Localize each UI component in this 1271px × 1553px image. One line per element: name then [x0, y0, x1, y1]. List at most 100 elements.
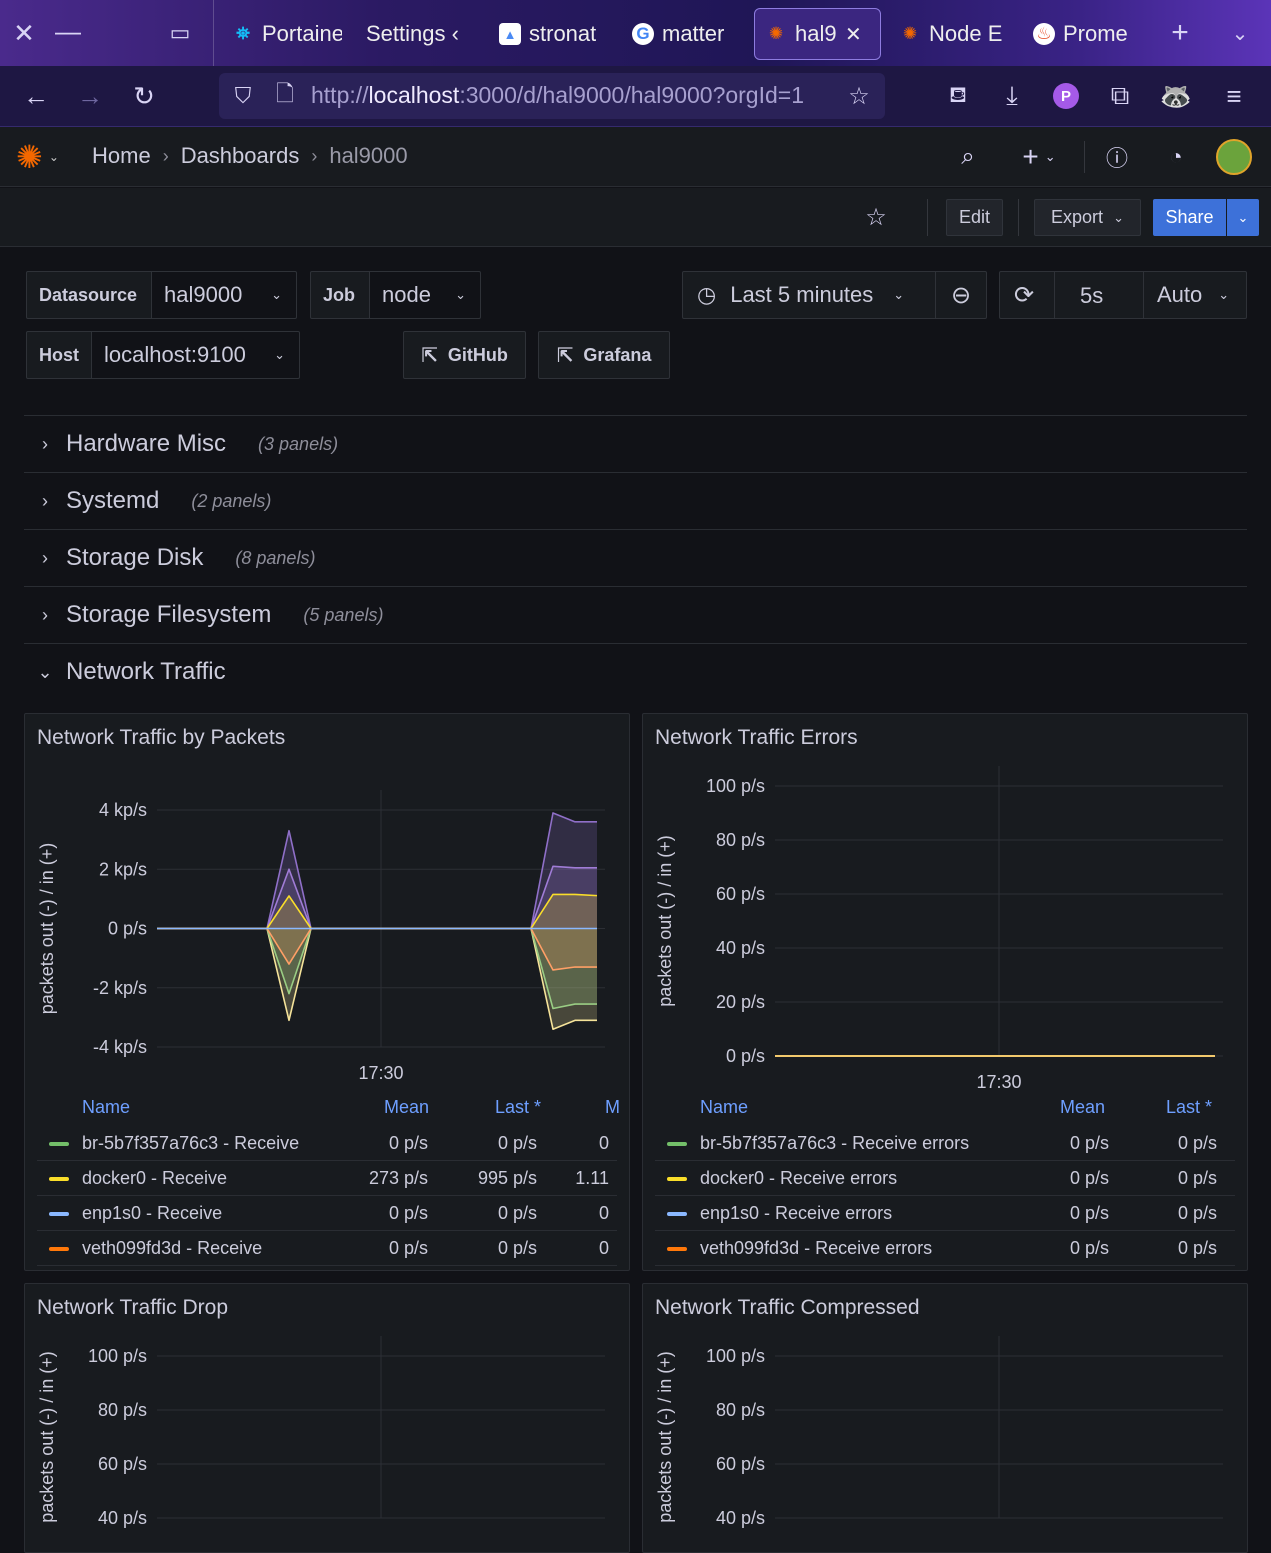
legend-row[interactable]: enp1s0 - Receive 0 p/s 0 p/s 0 — [37, 1196, 617, 1231]
chevron-down-icon: ⌄ — [893, 287, 905, 302]
tab-title: matter — [662, 21, 725, 46]
share-options-chevron-icon[interactable]: ⌄ — [1227, 199, 1259, 236]
row-network-traffic[interactable]: ⌄ Network Traffic — [24, 643, 1247, 700]
minimize-window-icon[interactable]: — — [48, 11, 88, 51]
series-area — [157, 866, 597, 929]
github-link-button[interactable]: ⇱ GitHub — [403, 331, 526, 379]
host-variable-label: Host — [26, 331, 92, 379]
new-button[interactable]: + ⌄ — [1014, 137, 1064, 177]
page-info-icon[interactable]: 🗋 — [265, 76, 305, 116]
row-hardware-misc[interactable]: › Hardware Misc (3 panels) — [24, 415, 1247, 472]
url-text[interactable]: http://localhost:3000/d/hal9000/hal9000?… — [311, 82, 831, 109]
panel-network-traffic-compressed[interactable]: 100 p/s 80 p/s 60 p/s 40 p/s packets out (-)… — [642, 1283, 1248, 1553]
y-tick-label: 100 p/s — [706, 776, 765, 796]
legend-row[interactable]: enp1s0 - Receive errors 0 p/s 0 p/s — [655, 1196, 1235, 1231]
legend-series-name: docker0 - Receive errors — [700, 1167, 898, 1188]
y-tick-label: 40 p/s — [716, 938, 765, 958]
panel-network-traffic-errors[interactable]: 100 p/s 80 p/s 60 p/s 40 p/s 20 p/s 0 p/s 17:3… — [642, 713, 1248, 1271]
url-bar[interactable]: ⛉ 🗋 http://localhost:3000/d/hal9000/hal9… — [219, 73, 885, 119]
profile-icon[interactable]: P — [1046, 76, 1086, 116]
tab-portainer[interactable]: ⛯ Portainer — [232, 8, 342, 60]
extensions-icon[interactable]: ⧉ — [1100, 76, 1140, 116]
close-tab-icon[interactable]: ✕ — [845, 22, 862, 47]
tab-node-exporter[interactable]: ✺ Node E — [899, 8, 1005, 60]
downloads-icon[interactable]: ⤓ — [992, 76, 1032, 116]
edit-button[interactable]: Edit — [946, 199, 1003, 236]
row-storage-disk[interactable]: › Storage Disk (8 panels) — [24, 529, 1247, 586]
extension-raccoon-icon[interactable]: 🦝 — [1156, 76, 1196, 116]
legend-header-last[interactable]: Last * — [495, 1092, 541, 1122]
reload-icon[interactable]: ↻ — [124, 76, 164, 116]
tab-prometheus[interactable]: ♨ Prome — [1033, 8, 1139, 60]
time-range-picker[interactable]: ◷ Last 5 minutes ⌄ — [682, 271, 936, 319]
favorite-star-icon[interactable]: ☆ — [856, 197, 896, 237]
export-label: Export — [1051, 207, 1104, 227]
datasource-select[interactable]: hal9000 ⌄ — [151, 271, 297, 319]
y-tick-label: 60 p/s — [716, 884, 765, 904]
bookmark-star-icon[interactable]: ☆ — [839, 76, 879, 116]
legend-header-name[interactable]: Name — [700, 1092, 748, 1122]
prometheus-icon: ♨ — [1033, 23, 1055, 45]
series-color-swatch — [667, 1247, 687, 1251]
legend-row[interactable]: br-5b7f357a76c3 - Receive errors 0 p/s 0 p… — [655, 1126, 1235, 1161]
legend-row[interactable]: docker0 - Receive errors 0 p/s 0 p/s — [655, 1161, 1235, 1196]
tab-settings[interactable]: Settings ‹ — [366, 8, 466, 60]
share-button[interactable]: Share — [1153, 199, 1226, 236]
news-feed-icon[interactable]: ◔ — [1156, 137, 1196, 177]
legend-row[interactable]: docker0 - Receive 273 p/s 995 p/s 1.11 — [37, 1161, 617, 1196]
series-area — [157, 894, 597, 929]
avatar[interactable] — [1216, 139, 1252, 175]
legend-header-mean[interactable]: Mean — [384, 1092, 429, 1122]
tab-overview-icon[interactable]: ▭ — [160, 13, 200, 53]
tab-hal9000[interactable]: ✺ hal9000 ✕ — [754, 8, 881, 60]
pocket-icon[interactable]: ⛾ — [938, 76, 978, 116]
series-area — [157, 928, 597, 970]
row-systemd[interactable]: › Systemd (2 panels) — [24, 472, 1247, 529]
legend-header-mean[interactable]: Mean — [1060, 1092, 1105, 1122]
breadcrumb: Home › Dashboards › hal9000 — [92, 143, 408, 169]
series-area — [157, 928, 597, 1030]
y-tick-label: 4 kp/s — [99, 800, 147, 820]
menu-icon[interactable]: ≡ — [1214, 76, 1254, 116]
breadcrumb-home[interactable]: Home — [92, 143, 151, 169]
tab-stronat[interactable]: ▲ stronat — [499, 8, 603, 60]
portainer-icon: ⛯ — [236, 24, 250, 43]
refresh-mode-select[interactable]: Auto ⌄ — [1143, 271, 1247, 319]
help-icon[interactable]: ⓘ — [1097, 137, 1137, 177]
legend-row[interactable]: veth099fd3d - Receive errors 0 p/s 0 p/s — [655, 1231, 1235, 1266]
refresh-button[interactable]: ⟳ 5s — [999, 271, 1144, 319]
grafana-logo-icon: ✺ — [16, 139, 43, 175]
breadcrumb-dashboards[interactable]: Dashboards — [181, 143, 300, 169]
github-link-label: GitHub — [447, 344, 508, 365]
grafana-menu-button[interactable]: ✺ ⌄ — [16, 138, 70, 176]
legend-header-name[interactable]: Name — [82, 1092, 130, 1122]
legend-max-value: 1.11 — [575, 1167, 609, 1188]
legend-header-last[interactable]: Last * — [1166, 1092, 1212, 1122]
forward-icon[interactable]: → — [70, 76, 110, 116]
back-icon[interactable]: ← — [16, 76, 56, 116]
legend-table: Name Mean Last * M br-5b7f357a76c3 - Rec… — [37, 1092, 620, 1266]
row-storage-filesystem[interactable]: › Storage Filesystem (5 panels) — [24, 586, 1247, 643]
refresh-mode-label: Auto — [1157, 282, 1203, 307]
tab-matter[interactable]: G matter — [632, 8, 738, 60]
panel-network-traffic-drop[interactable]: 100 p/s 80 p/s 60 p/s 40 p/s packets out (-)… — [24, 1283, 630, 1553]
export-button[interactable]: Export ⌄ — [1034, 199, 1141, 236]
search-icon[interactable]: ⌕ — [948, 137, 988, 177]
series-line — [157, 893, 598, 930]
shield-icon[interactable]: ⛉ — [223, 76, 263, 116]
new-tab-icon[interactable]: + — [1160, 13, 1200, 53]
grafana-link-button[interactable]: ⇱ Grafana — [538, 331, 670, 379]
tab-list-chevron-icon[interactable]: ⌄ — [1220, 13, 1260, 53]
host-select[interactable]: localhost:9100 ⌄ — [91, 331, 300, 379]
close-window-icon[interactable]: ✕ — [4, 13, 44, 53]
legend-series-name: docker0 - Receive — [82, 1167, 228, 1188]
compressed-chart: 100 p/s 80 p/s 60 p/s 40 p/s packets out (-)… — [655, 1336, 1223, 1528]
legend-header-max[interactable]: M — [605, 1092, 620, 1122]
row-title: Storage Filesystem — [66, 601, 272, 628]
legend-row[interactable]: veth099fd3d - Receive 0 p/s 0 p/s 0 — [37, 1231, 617, 1266]
legend-row[interactable]: br-5b7f357a76c3 - Receive 0 p/s 0 p/s 0 — [37, 1126, 617, 1161]
breadcrumb-separator-icon: › — [311, 145, 318, 166]
panel-network-traffic-by-packets[interactable]: 4 kp/s 2 kp/s 0 p/s -2 kp/s -4 kp/s 17:30 pack… — [24, 713, 630, 1271]
zoom-out-icon[interactable]: ⊖ — [935, 271, 987, 319]
job-select[interactable]: node ⌄ — [369, 271, 481, 319]
